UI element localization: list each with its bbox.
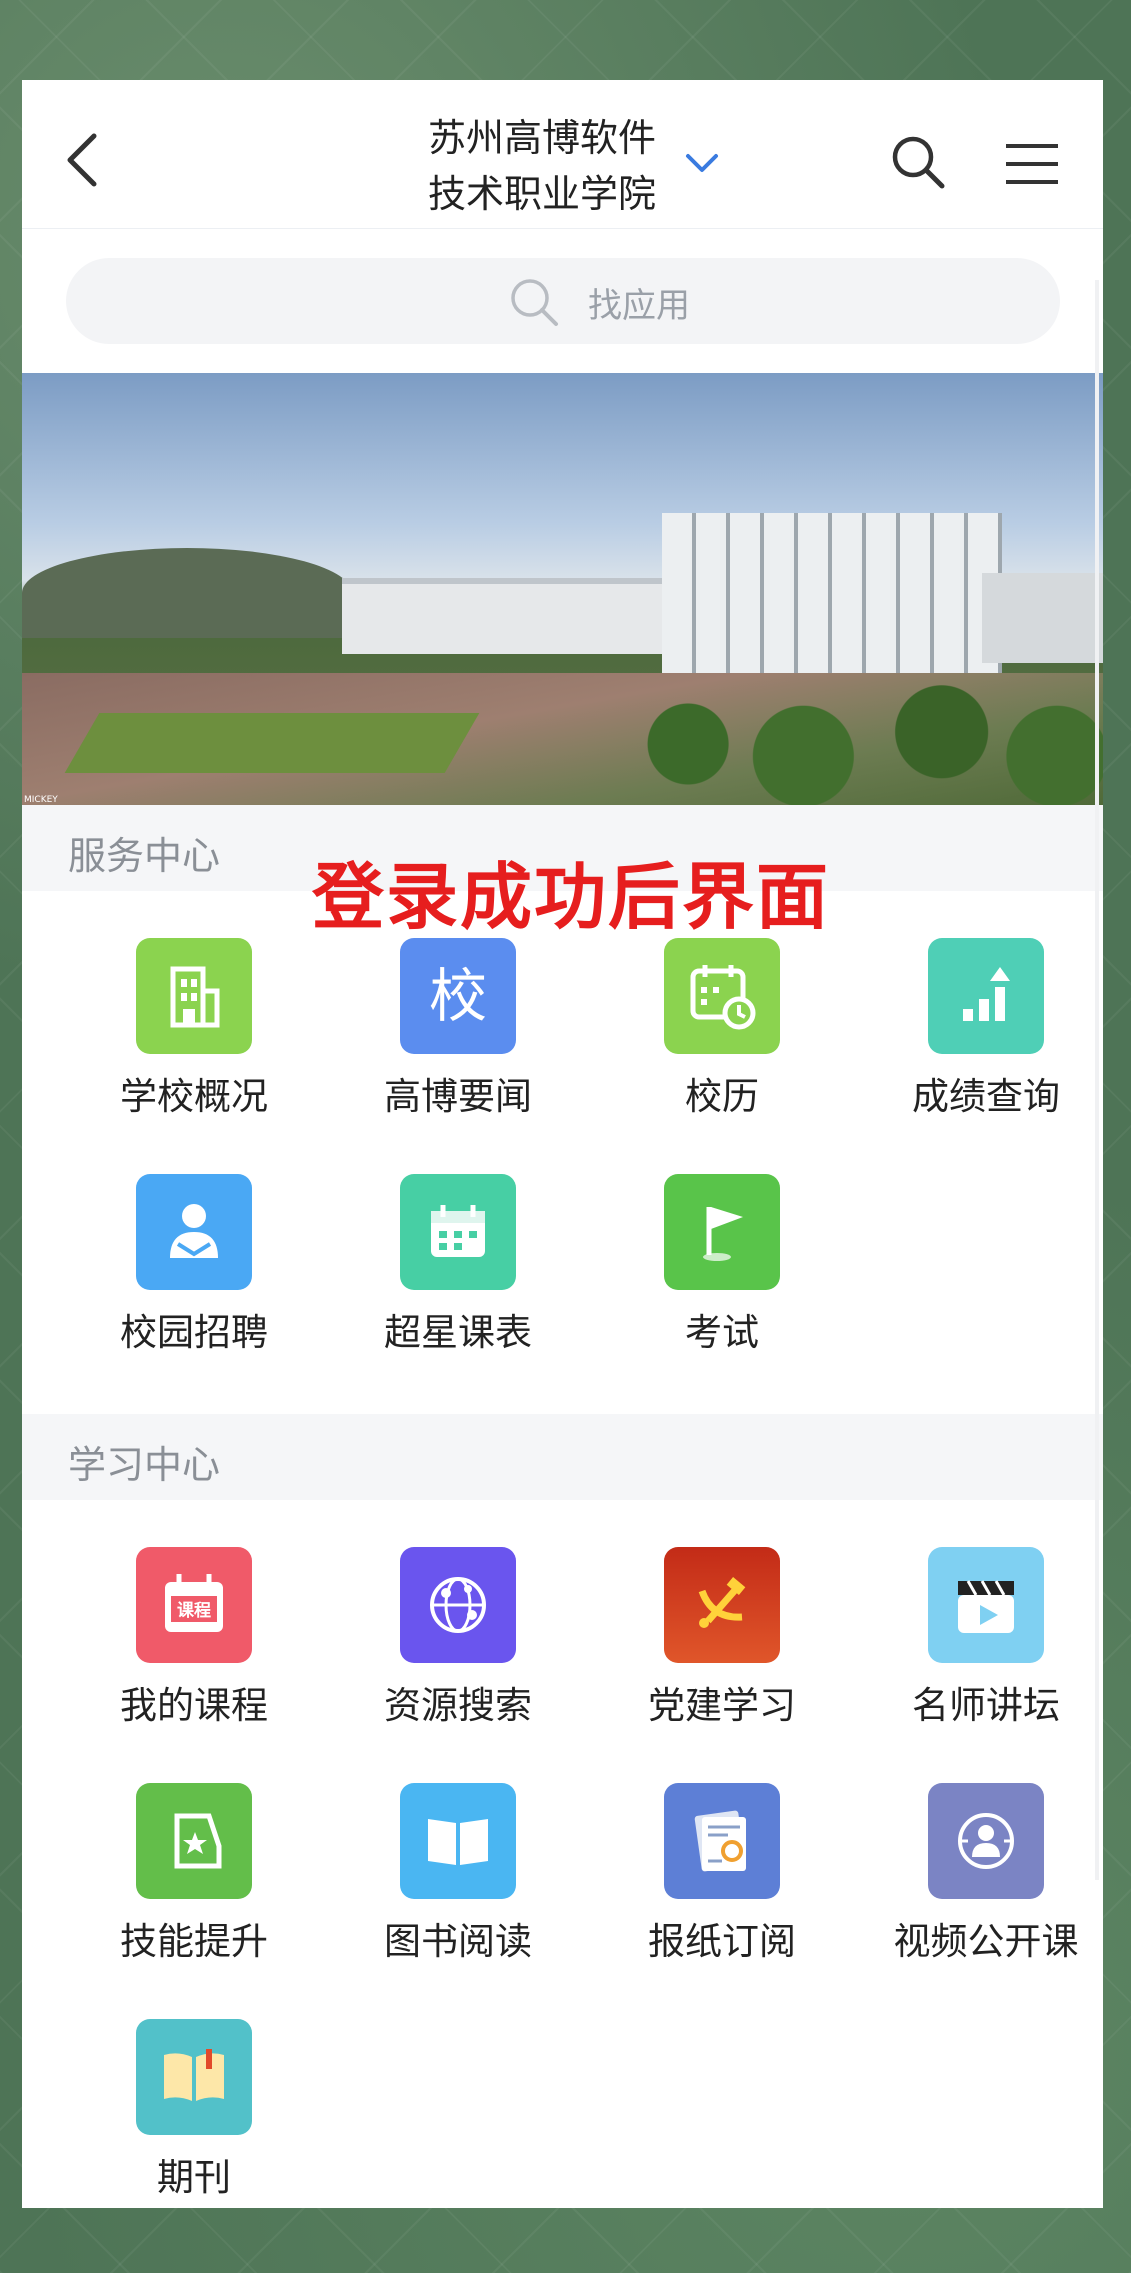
app-tile[interactable]: 成绩查询 bbox=[842, 938, 1103, 1138]
search-icon[interactable] bbox=[888, 132, 948, 192]
app-label: 校园招聘 bbox=[120, 1311, 268, 1354]
school-char-icon: 校 bbox=[400, 938, 516, 1054]
app-tile[interactable]: 技能提升 bbox=[50, 1783, 314, 1983]
app-tile[interactable]: 党建学习 bbox=[578, 1547, 842, 1747]
app-label: 技能提升 bbox=[120, 1920, 268, 1963]
banner-watermark: MICKEY bbox=[24, 795, 58, 805]
book-icon bbox=[400, 1783, 516, 1899]
app-label: 超星课表 bbox=[384, 1311, 532, 1354]
app-tile[interactable]: 资源搜索 bbox=[314, 1547, 578, 1747]
course-icon: 课程 bbox=[136, 1547, 252, 1663]
app-label: 校历 bbox=[685, 1075, 759, 1118]
app-tile[interactable]: 视频公开课 bbox=[842, 1783, 1103, 1983]
login-success-caption: 登录成功后界面 bbox=[312, 855, 831, 939]
title-line-1: 苏州高博软件 bbox=[427, 116, 656, 160]
globe-network-icon bbox=[400, 1547, 516, 1663]
app-label: 报纸订阅 bbox=[648, 1920, 796, 1963]
timetable-icon bbox=[400, 1174, 516, 1290]
app-tile[interactable]: 名师讲坛 bbox=[842, 1547, 1103, 1747]
bar-chart-icon bbox=[928, 938, 1044, 1054]
party-emblem-icon bbox=[664, 1547, 780, 1663]
flag-icon bbox=[664, 1174, 780, 1290]
app-label: 名师讲坛 bbox=[912, 1684, 1060, 1727]
skill-star-icon bbox=[136, 1783, 252, 1899]
newspaper-icon bbox=[664, 1783, 780, 1899]
section-header-study: 学习中心 bbox=[22, 1414, 1103, 1500]
app-tile[interactable]: 校园招聘 bbox=[50, 1174, 314, 1374]
section-title: 学习中心 bbox=[68, 1443, 221, 1487]
title-line-2: 技术职业学院 bbox=[427, 172, 656, 216]
calendar-clock-icon bbox=[664, 938, 780, 1054]
scrollbar[interactable] bbox=[1095, 280, 1099, 1880]
recruit-person-icon bbox=[136, 1174, 252, 1290]
search-field-icon bbox=[511, 279, 558, 326]
journal-icon bbox=[136, 2019, 252, 2135]
app-label: 我的课程 bbox=[120, 1684, 268, 1727]
chevron-down-icon[interactable] bbox=[682, 148, 722, 178]
school-title[interactable]: 苏州高博软件 技术职业学院 bbox=[412, 110, 672, 222]
campus-banner-image[interactable]: MICKEY bbox=[22, 373, 1103, 805]
app-tile[interactable]: 课程 我的课程 bbox=[50, 1547, 314, 1747]
app-label: 考试 bbox=[685, 1311, 759, 1354]
app-label: 高博要闻 bbox=[384, 1075, 532, 1118]
building-icon bbox=[136, 938, 252, 1054]
app-label: 视频公开课 bbox=[893, 1920, 1079, 1963]
app-label: 期刊 bbox=[157, 2156, 231, 2199]
app-panel: 苏州高博软件 技术职业学院 找应用 MICKEY 服务中心 学校概况 校 高博要… bbox=[22, 80, 1103, 2208]
svg-text:课程: 课程 bbox=[177, 1601, 211, 1621]
section-title: 服务中心 bbox=[68, 834, 221, 878]
app-label: 学校概况 bbox=[120, 1075, 268, 1118]
globe-person-icon bbox=[928, 1783, 1044, 1899]
app-tile[interactable]: 学校概况 bbox=[50, 938, 314, 1138]
app-search-input[interactable]: 找应用 bbox=[66, 258, 1060, 344]
app-tile[interactable]: 图书阅读 bbox=[314, 1783, 578, 1983]
app-tile[interactable]: 校历 bbox=[578, 938, 842, 1138]
app-tile[interactable]: 超星课表 bbox=[314, 1174, 578, 1374]
svg-text:校: 校 bbox=[429, 962, 487, 1030]
app-tile[interactable]: 期刊 bbox=[50, 2019, 314, 2208]
app-label: 资源搜索 bbox=[384, 1684, 532, 1727]
app-tile[interactable]: 校高博要闻 bbox=[314, 938, 578, 1138]
app-label: 成绩查询 bbox=[912, 1075, 1060, 1118]
app-label: 图书阅读 bbox=[384, 1920, 532, 1963]
app-tile[interactable]: 考试 bbox=[578, 1174, 842, 1374]
top-bar: 苏州高博软件 技术职业学院 bbox=[22, 80, 1103, 229]
menu-icon[interactable] bbox=[1002, 140, 1062, 188]
video-clapper-icon bbox=[928, 1547, 1044, 1663]
search-placeholder: 找应用 bbox=[588, 286, 690, 326]
app-label: 党建学习 bbox=[648, 1684, 796, 1727]
app-tile[interactable]: 报纸订阅 bbox=[578, 1783, 842, 1983]
back-arrow-icon[interactable] bbox=[58, 130, 108, 190]
